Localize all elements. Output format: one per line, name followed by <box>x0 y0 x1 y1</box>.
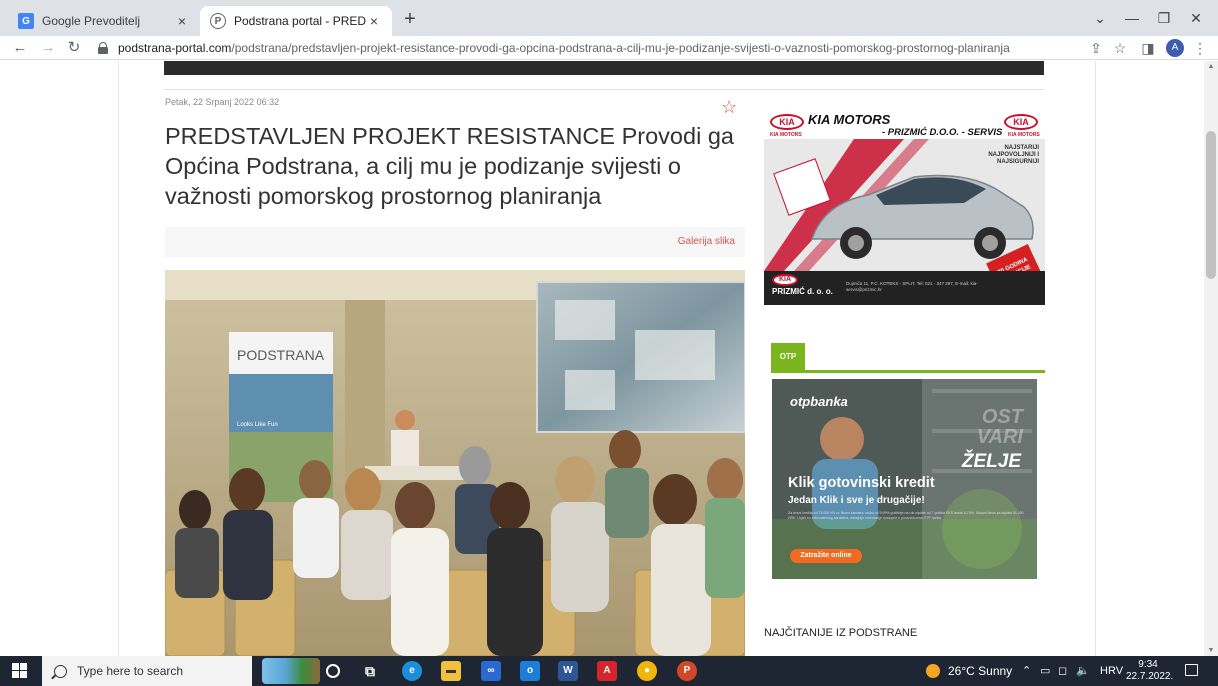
site-nav-bar <box>164 61 1044 75</box>
notifications-icon[interactable] <box>1185 664 1198 676</box>
taskbar-search-input[interactable]: Type here to search <box>42 656 252 686</box>
gallery-link[interactable]: Galerija slika <box>678 236 735 247</box>
otp-ost-vari-text: OST VARI <box>976 406 1023 448</box>
otp-bank-ad[interactable]: otpbanka OST VARI ŽELJE Klik gotovinski … <box>772 379 1037 579</box>
reload-icon[interactable]: ↻ <box>64 38 84 58</box>
task-view-icon[interactable]: ⧉ <box>360 661 380 681</box>
store-icon[interactable]: ∞ <box>481 661 501 681</box>
divider <box>164 89 1044 90</box>
windows-taskbar: Type here to search ⧉ e ▬ ∞ o W A ● P 26… <box>0 656 1218 686</box>
tab-google-translate[interactable]: G Google Prevoditelj × <box>8 6 200 36</box>
otp-apply-button[interactable]: Zatražite online <box>790 549 862 563</box>
chrome-icon[interactable]: ● <box>637 661 657 681</box>
kia-ad-footer: KIA PRIZMIĆ d. o. o. Dujmića 11, P.C. KO… <box>764 271 1045 305</box>
article-date: Petak, 22 Srpanj 2022 06:32 <box>165 97 280 107</box>
scroll-up-arrow-icon[interactable]: ▲ <box>1204 63 1218 70</box>
banner-tagline: Looks Like Fun <box>237 422 278 428</box>
tab-title: Google Prevoditelj <box>42 14 141 28</box>
browser-toolbar: ← → ↻ podstrana-portal.com /podstrana/pr… <box>0 36 1218 60</box>
close-window-button[interactable]: ✕ <box>1174 0 1218 36</box>
weather-text[interactable]: 26°C Sunny <box>948 656 1012 686</box>
most-read-heading: NAJČITANIJE IZ PODSTRANE <box>764 627 918 639</box>
browser-tab-strip: G Google Prevoditelj × P Podstrana porta… <box>0 0 1218 36</box>
taskbar-clock[interactable]: 9:34 22.7.2022. <box>1126 659 1174 683</box>
volume-icon[interactable]: 🔈 <box>1076 656 1090 686</box>
windows-start-icon[interactable] <box>12 663 28 679</box>
kia-motors-ad[interactable]: KIA KIA MOTORS - PRIZMIĆ D.O.O. - SERVIS… <box>764 107 1045 305</box>
conference-photo-illustration: PODSTRANA Looks Like Fun <box>165 270 745 656</box>
article-headline: PREDSTAVLJEN PROJEKT RESISTANCE Provodi … <box>165 123 734 209</box>
search-highlight-image[interactable] <box>262 658 320 684</box>
otp-ad-title: Klik gotovinski kredit <box>788 475 935 491</box>
article-photo[interactable]: PODSTRANA Looks Like Fun <box>165 270 745 656</box>
clock-date: 22.7.2022. <box>1126 671 1174 682</box>
cortana-icon[interactable] <box>326 664 340 678</box>
new-tab-button[interactable]: + <box>398 8 422 32</box>
otp-fine-print: Za iznos kredita od 75.000 KN uz fiksnu … <box>788 511 1024 520</box>
outlook-icon[interactable]: o <box>520 661 540 681</box>
kia-address: Dujmića 11, P.C. KOTEKS - SPLIT. Tel: 02… <box>846 281 978 292</box>
search-placeholder: Type here to search <box>77 664 184 678</box>
otp-logo: otpbanka <box>790 394 848 409</box>
bookmark-star-icon[interactable]: ☆ <box>1110 38 1130 58</box>
menu-kebab-icon[interactable]: ⋮ <box>1190 38 1210 58</box>
gallery-bar: Galerija slika <box>165 227 745 257</box>
favorite-star-icon[interactable]: ☆ <box>721 97 737 118</box>
page-scrollbar[interactable]: ▲ ▼ <box>1204 61 1218 656</box>
close-icon[interactable]: × <box>366 13 382 29</box>
word-icon[interactable]: W <box>558 661 578 681</box>
powerpoint-icon[interactable]: P <box>677 661 697 681</box>
url-path: /podstrana/predstavljen-projekt-resistan… <box>231 41 1010 55</box>
scrollbar-thumb[interactable] <box>1206 131 1216 279</box>
file-explorer-icon[interactable]: ▬ <box>441 661 461 681</box>
clock-time: 9:34 <box>1138 659 1158 670</box>
edge-browser-icon[interactable]: e <box>402 661 422 681</box>
podstrana-favicon-icon: P <box>210 13 226 29</box>
search-icon <box>54 664 67 678</box>
profile-avatar[interactable]: A <box>1166 39 1184 57</box>
display-icon[interactable]: ◻ <box>1058 656 1067 686</box>
scroll-down-arrow-icon[interactable]: ▼ <box>1204 647 1218 654</box>
kia-logo: KIA <box>772 274 798 286</box>
share-icon[interactable]: ⇪ <box>1086 38 1106 58</box>
address-bar[interactable]: podstrana-portal.com /podstrana/predstav… <box>96 38 1076 58</box>
side-panel-icon[interactable]: ◨ <box>1138 38 1158 58</box>
otp-section-header: OTP <box>771 343 1045 373</box>
otp-ad-subtitle: Jedan Klik i sve je drugačije! <box>788 495 925 506</box>
tray-chevron-icon[interactable]: ⌃ <box>1022 656 1031 686</box>
lock-icon <box>96 41 110 55</box>
kia-slogan: NAJSTARIJI NAJPOVOLJNIJI I NAJSIGURNIJI <box>988 145 1039 165</box>
tab-title: Podstrana portal - PREDSTAVLJEN <box>234 14 366 28</box>
back-arrow-icon[interactable]: ← <box>10 38 30 58</box>
kia-prizmic-brand: PRIZMIĆ d. o. o. <box>772 287 833 296</box>
banner-title: PODSTRANA <box>237 347 325 363</box>
page-viewport: Petak, 22 Srpanj 2022 06:32 ☆ PREDSTAVLJ… <box>0 61 1218 656</box>
acrobat-icon[interactable]: A <box>597 661 617 681</box>
language-indicator[interactable]: HRV <box>1100 656 1123 686</box>
network-icon[interactable]: ▭ <box>1040 656 1050 686</box>
close-icon[interactable]: × <box>174 13 190 29</box>
url-domain: podstrana-portal.com <box>118 41 232 55</box>
google-translate-icon: G <box>18 13 34 29</box>
tab-podstrana-portal[interactable]: P Podstrana portal - PREDSTAVLJEN × <box>200 6 392 36</box>
weather-sun-icon <box>926 664 940 678</box>
otp-zelje-text: ŽELJE <box>961 451 1021 472</box>
forward-arrow-icon[interactable]: → <box>38 38 58 58</box>
otp-tab-label: OTP <box>771 343 805 370</box>
